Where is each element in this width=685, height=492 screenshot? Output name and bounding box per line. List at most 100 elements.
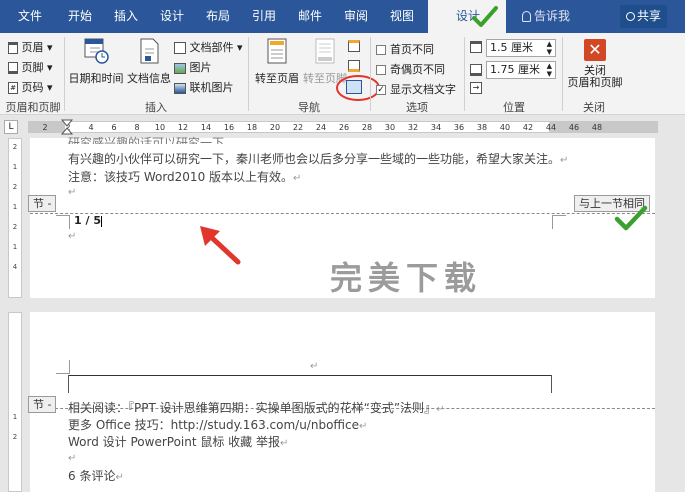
- tab-home[interactable]: 开始: [60, 0, 100, 33]
- checkmark-annotation-icon: [472, 6, 498, 27]
- page-number-field[interactable]: 1 / 5: [74, 214, 102, 227]
- document-page[interactable]: ↵ 节 - 相关阅读：『PPT 设计思维第四期：实操单图版式的花样“变式”法则』…: [28, 312, 655, 492]
- spinner-arrows-icon: ▲ ▼: [546, 62, 552, 78]
- margin-corner-mark: [552, 215, 566, 229]
- footer-position-spinner[interactable]: 1.75 厘米 ▲ ▼: [486, 61, 556, 79]
- odd-even-checkbox[interactable]: 奇偶页不同: [376, 61, 445, 77]
- online-picture-button[interactable]: 联机图片: [174, 79, 234, 95]
- vruler-tick-label: 2: [12, 183, 18, 191]
- group-label-insert: 插入: [145, 101, 167, 114]
- share-button[interactable]: 共享: [620, 5, 668, 28]
- picture-button[interactable]: 图片: [174, 59, 212, 75]
- tab-selector[interactable]: L: [4, 120, 18, 134]
- close-header-footer-button[interactable]: ✕ 关闭 页眉和页脚: [566, 39, 624, 89]
- goto-footer-icon: [315, 38, 335, 64]
- checkmark-annotation-icon: [614, 205, 648, 231]
- document-info-button[interactable]: 文档信息: [126, 37, 172, 86]
- spinner-arrows-icon: ▲ ▼: [546, 40, 552, 56]
- page-number-text: 1 / 5: [74, 214, 101, 227]
- share-label: 共享: [637, 9, 662, 23]
- footer-icon: [8, 62, 18, 74]
- body-text-line: 6 条评论↵: [68, 467, 124, 484]
- document-info-icon: [140, 38, 159, 64]
- paragraph-mark: ↵: [293, 173, 302, 184]
- ruler-tick-label: 48: [591, 123, 603, 132]
- ruler-tick-label: 4: [88, 123, 94, 132]
- footer-label: 页脚: [21, 61, 44, 74]
- tab-review[interactable]: 审阅: [336, 0, 376, 33]
- page-number-dropdown[interactable]: # 页码 ▾: [8, 79, 53, 95]
- close-x-icon: ✕: [584, 39, 606, 61]
- header-position-spinner[interactable]: 1.5 厘米 ▲ ▼: [486, 39, 556, 57]
- ruler-tick-label: 32: [407, 123, 419, 132]
- ruler-tick-label: 10: [154, 123, 166, 132]
- margin-corner-mark: [56, 215, 70, 229]
- tab-file[interactable]: 文件: [8, 0, 52, 33]
- watermark-text: 完美下载: [330, 259, 483, 297]
- text-cursor: [100, 215, 102, 227]
- document-info-label: 文档信息: [127, 72, 171, 85]
- previous-section-button[interactable]: [348, 39, 360, 52]
- ruler-track[interactable]: 2 2 4 6 8 10 12 14 16 18 20 22 24 26 28 30 32 34 36 38 40 42 4…: [28, 121, 658, 133]
- close-label-line2: 页眉和页脚: [567, 76, 623, 89]
- show-document-text-label: 显示文档文字: [390, 83, 456, 96]
- line-text: Word 设计 PowerPoint 鼠标 收藏 举报: [68, 435, 280, 449]
- tab-mailings[interactable]: 邮件: [290, 0, 330, 33]
- ruler-tick-label: 38: [476, 123, 488, 132]
- online-picture-icon: [174, 82, 186, 94]
- header-border-line: [68, 375, 552, 376]
- tab-insert[interactable]: 插入: [106, 0, 146, 33]
- ruler-tick-label: 12: [177, 123, 189, 132]
- date-time-label: 日期和时间: [68, 72, 124, 85]
- header-label: 页眉: [21, 41, 44, 54]
- insert-alignment-tab-button[interactable]: →: [470, 81, 482, 94]
- header-border-right: [551, 375, 552, 393]
- vruler-tick-label: 1: [12, 243, 18, 251]
- header-border-left: [68, 375, 69, 393]
- vruler-tick-label: 1: [12, 163, 18, 171]
- different-first-page-label: 首页不同: [390, 43, 434, 56]
- ruler-tick-label: 18: [246, 123, 258, 132]
- quick-parts-button[interactable]: 文档部件 ▾: [174, 39, 243, 55]
- footer-dropdown[interactable]: 页脚 ▾: [8, 59, 53, 75]
- header-position-value: 1.5 厘米: [490, 41, 533, 54]
- show-document-text-checkbox[interactable]: ✓ 显示文档文字: [376, 81, 456, 97]
- paragraph-mark: ↵: [68, 453, 77, 464]
- group-divider: [370, 37, 371, 111]
- body-text-line: 有兴趣的小伙伴可以研究一下，秦川老师也会以后多分享一些域的一些功能，希望大家关注…: [68, 150, 568, 167]
- ruler-tick-label: 46: [568, 123, 580, 132]
- red-arrow-annotation-icon: [200, 226, 241, 265]
- ruler-tick-label: 34: [430, 123, 442, 132]
- line-text: 注意：该技巧 Word2010 版本以上有效。: [68, 170, 294, 184]
- header-section-tag: 节 -: [28, 396, 57, 413]
- vruler-tick-label: 2: [12, 433, 18, 441]
- vruler-tick-label: 1: [12, 413, 18, 421]
- tab-design[interactable]: 设计: [152, 0, 192, 33]
- ruler-tick-label: 44: [545, 123, 557, 132]
- ruler-tick-label: 26: [338, 123, 350, 132]
- different-first-page-checkbox[interactable]: 首页不同: [376, 41, 434, 57]
- page-number-icon: #: [8, 82, 18, 94]
- lightbulb-icon: [522, 11, 531, 22]
- footer-position-value: 1.75 厘米: [490, 63, 540, 76]
- goto-header-button[interactable]: 转至页眉: [254, 37, 300, 86]
- empty-paragraph: ↵: [68, 228, 76, 242]
- tell-me-box[interactable]: 告诉我: [522, 0, 570, 33]
- paragraph-mark: ↵: [310, 361, 319, 372]
- header-icon: [8, 42, 18, 54]
- body-text-line: 研究感兴趣的话可以研究一下。: [68, 134, 236, 144]
- ribbon: 页眉 ▾ 页脚 ▾ # 页码 ▾ 页眉和页脚 日期和时间 文档信息 文档部件 ▾: [0, 33, 685, 115]
- tab-view[interactable]: 视图: [382, 0, 422, 33]
- tab-layout[interactable]: 布局: [198, 0, 238, 33]
- date-time-button[interactable]: 日期和时间: [68, 37, 124, 86]
- group-divider: [64, 37, 65, 111]
- empty-paragraph: ↵: [68, 184, 76, 198]
- line-text: 6 条评论: [68, 469, 116, 483]
- previous-section-icon: [348, 40, 360, 52]
- body-text-line: 注意：该技巧 Word2010 版本以上有效。↵: [68, 168, 301, 185]
- ruler-tick-label: 40: [499, 123, 511, 132]
- tab-references[interactable]: 引用: [244, 0, 284, 33]
- paragraph-mark: ↵: [436, 404, 445, 415]
- vertical-ruler: 2 1 2 1 2 1 4: [8, 138, 22, 298]
- header-dropdown[interactable]: 页眉 ▾: [8, 39, 53, 55]
